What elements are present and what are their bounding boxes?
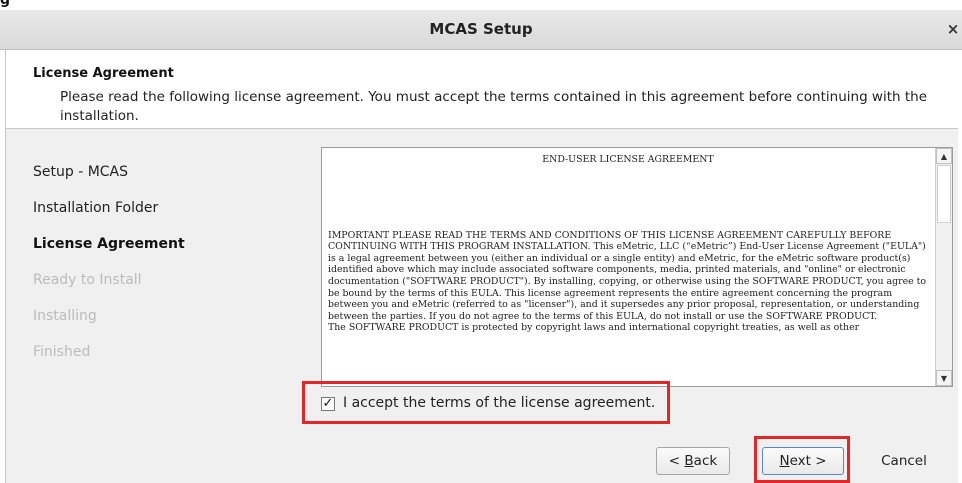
step-setup: Setup - MCAS bbox=[33, 164, 129, 180]
eula-content: END-USER LICENSE AGREEMENT IMPORTANT PLE… bbox=[328, 148, 928, 334]
page-description: Please read the following license agreem… bbox=[60, 89, 928, 124]
title-fragment: g bbox=[0, 0, 962, 10]
accept-checkbox[interactable]: ✓ bbox=[321, 397, 335, 411]
eula-paragraph: IMPORTANT PLEASE READ THE TERMS AND COND… bbox=[328, 229, 927, 322]
step-list: Setup - MCAS Installation Folder License… bbox=[33, 159, 293, 375]
window-titlebar[interactable]: MCAS Setup × bbox=[0, 10, 962, 50]
back-button[interactable]: < Back bbox=[656, 447, 730, 475]
title-fragment-text: g bbox=[0, 0, 11, 8]
back-prefix: < bbox=[668, 453, 685, 469]
page-header: License Agreement Please read the follow… bbox=[5, 50, 958, 128]
scroll-down-icon[interactable]: ▼ bbox=[936, 370, 952, 386]
next-label: ext > bbox=[789, 453, 827, 469]
accept-label[interactable]: I accept the terms of the license agreem… bbox=[343, 395, 655, 411]
step-ready-to-install: Ready to Install bbox=[33, 272, 142, 288]
step-finished: Finished bbox=[33, 344, 91, 360]
scroll-up-icon[interactable]: ▲ bbox=[936, 148, 952, 164]
window-title: MCAS Setup bbox=[429, 20, 533, 38]
step-installation-folder: Installation Folder bbox=[33, 200, 159, 216]
accept-highlight: ✓ I accept the terms of the license agre… bbox=[302, 381, 670, 424]
eula-paragraph: The SOFTWARE PRODUCT is protected by cop… bbox=[328, 322, 860, 334]
main-panel: Setup - MCAS Installation Folder License… bbox=[5, 128, 958, 435]
eula-textbox[interactable]: END-USER LICENSE AGREEMENT IMPORTANT PLE… bbox=[321, 147, 953, 387]
step-license-agreement: License Agreement bbox=[33, 236, 185, 252]
next-button[interactable]: Next > bbox=[762, 447, 844, 475]
back-label: ack bbox=[693, 453, 718, 469]
scroll-thumb[interactable] bbox=[937, 165, 951, 223]
button-bar: < Back Next > Cancel bbox=[5, 434, 958, 483]
cancel-button[interactable]: Cancel bbox=[864, 447, 944, 475]
close-icon[interactable]: × bbox=[946, 10, 960, 49]
back-mnemonic: B bbox=[684, 453, 694, 469]
step-installing: Installing bbox=[33, 308, 97, 324]
eula-scrollbar[interactable]: ▲ ▼ bbox=[935, 148, 952, 386]
next-mnemonic: N bbox=[779, 453, 790, 469]
page-title: License Agreement bbox=[33, 66, 174, 81]
eula-title: END-USER LICENSE AGREEMENT bbox=[542, 154, 714, 165]
